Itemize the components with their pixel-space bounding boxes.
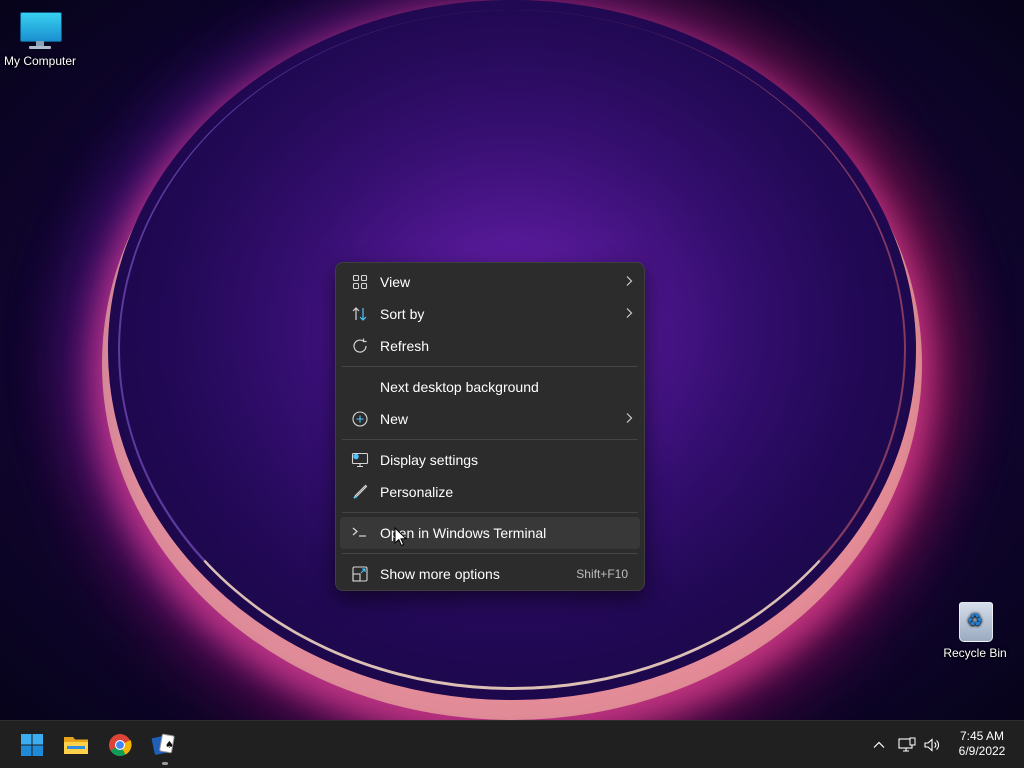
volume-icon [924,738,939,752]
clock-time: 7:45 AM [959,729,1005,743]
display-icon [340,444,380,476]
recycle-bin-icon: ♻ [953,596,997,644]
chevron-up-icon [873,741,885,748]
menu-separator [342,553,638,554]
file-explorer-button[interactable] [56,725,96,765]
folder-icon [64,737,88,754]
menu-item-label: View [380,274,411,290]
windows-logo-icon [21,734,43,756]
menu-item-label: Open in Windows Terminal [380,525,547,541]
chevron-right-icon [618,306,640,322]
monitor-icon [18,8,62,52]
cards-icon: ♠ [151,733,175,755]
menu-item-sort-by[interactable]: Sort by [340,298,640,330]
recycle-bin-label: Recycle Bin [943,646,1007,660]
chevron-right-icon [618,411,640,427]
shortcut-label: Shift+F10 [576,567,628,581]
menu-item-next-desktop-background[interactable]: Next desktop background [340,371,640,403]
solitaire-button[interactable]: ♠ [144,725,184,765]
svg-text:♠: ♠ [165,740,174,751]
menu-separator [342,439,638,440]
sort-icon [340,298,380,330]
menu-item-label: Refresh [380,338,430,354]
running-indicator [162,762,168,765]
menu-item-personalize[interactable]: Personalize [340,476,640,508]
menu-item-label: Sort by [380,306,425,322]
menu-item-new[interactable]: New [340,403,640,435]
menu-item-display-settings[interactable]: Display settings [340,444,640,476]
menu-item-open-in-windows-terminal[interactable]: Open in Windows Terminal [340,517,640,549]
taskbar-clock[interactable]: 7:45 AM 6/9/2022 [950,729,1014,759]
menu-item-label: Show more options [380,566,500,582]
menu-item-label: Personalize [380,484,454,500]
plus-circle-icon [340,403,380,435]
menu-item-label: New [380,411,409,427]
network-button[interactable] [894,721,920,768]
pen-icon [340,476,380,508]
chrome-button[interactable] [100,725,140,765]
volume-button[interactable] [919,721,945,768]
chrome-icon [109,734,132,756]
desktop-context-menu: View Sort by Refresh Next desktop backgr… [335,262,645,591]
menu-item-label: Next desktop background [380,379,539,395]
clock-date: 6/9/2022 [958,744,1006,758]
menu-item-show-more-options[interactable]: Show more options Shift+F10 [340,558,640,590]
show-hidden-icons-button[interactable] [866,721,892,768]
chevron-right-icon [618,274,640,290]
menu-separator [342,366,638,367]
my-computer-desktop-icon[interactable]: My Computer [0,8,80,68]
recycle-bin-desktop-icon[interactable]: ♻ Recycle Bin [935,596,1015,660]
expand-icon [340,558,380,590]
menu-item-label: Display settings [380,452,479,468]
terminal-icon [340,517,380,549]
network-icon [898,737,916,752]
refresh-icon [340,330,380,362]
mouse-cursor-icon [394,527,408,547]
my-computer-label: My Computer [3,54,77,68]
menu-item-refresh[interactable]: Refresh [340,330,640,362]
start-button[interactable] [12,725,52,765]
taskbar: ♠ 7:45 AM 6/9/2022 [0,720,1024,768]
grid-icon [340,266,380,298]
menu-item-view[interactable]: View [340,266,640,298]
menu-separator [342,512,638,513]
